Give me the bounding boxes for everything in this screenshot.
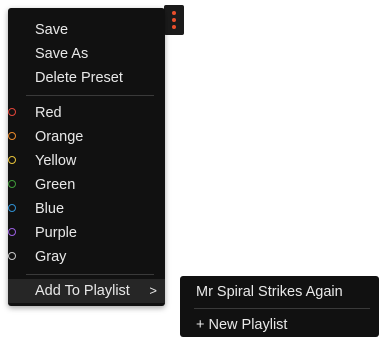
color-item-yellow[interactable]: Yellow (8, 149, 165, 173)
chevron-right-icon: > (149, 283, 157, 298)
color-item-gray[interactable]: Gray (8, 245, 165, 269)
gray-circle-icon (8, 252, 16, 260)
color-item-purple[interactable]: Purple (8, 221, 165, 245)
menu-divider (26, 274, 154, 275)
new-playlist-item[interactable]: + New Playlist (196, 313, 287, 337)
save-item[interactable]: Save (8, 18, 165, 42)
save-as-item[interactable]: Save As (8, 42, 165, 66)
green-circle-icon (8, 180, 16, 188)
preset-context-menu: Save Save As Delete Preset Red Orange Ye… (8, 8, 165, 306)
delete-preset-item[interactable]: Delete Preset (8, 66, 165, 90)
yellow-circle-icon (8, 156, 16, 164)
blue-circle-icon (8, 204, 16, 212)
color-item-green[interactable]: Green (8, 173, 165, 197)
red-circle-icon (8, 108, 16, 116)
orange-circle-icon (8, 132, 16, 140)
playlist-item[interactable]: Mr Spiral Strikes Again (196, 280, 343, 304)
purple-circle-icon (8, 228, 16, 236)
submenu-divider (194, 308, 370, 309)
color-item-blue[interactable]: Blue (8, 197, 165, 221)
color-item-orange[interactable]: Orange (8, 125, 165, 149)
more-vertical-icon[interactable] (164, 5, 184, 35)
color-item-red[interactable]: Red (8, 101, 165, 125)
playlist-submenu: Mr Spiral Strikes Again + New Playlist (180, 276, 379, 337)
menu-divider (26, 95, 154, 96)
add-to-playlist-item[interactable]: Add To Playlist > (8, 279, 165, 303)
